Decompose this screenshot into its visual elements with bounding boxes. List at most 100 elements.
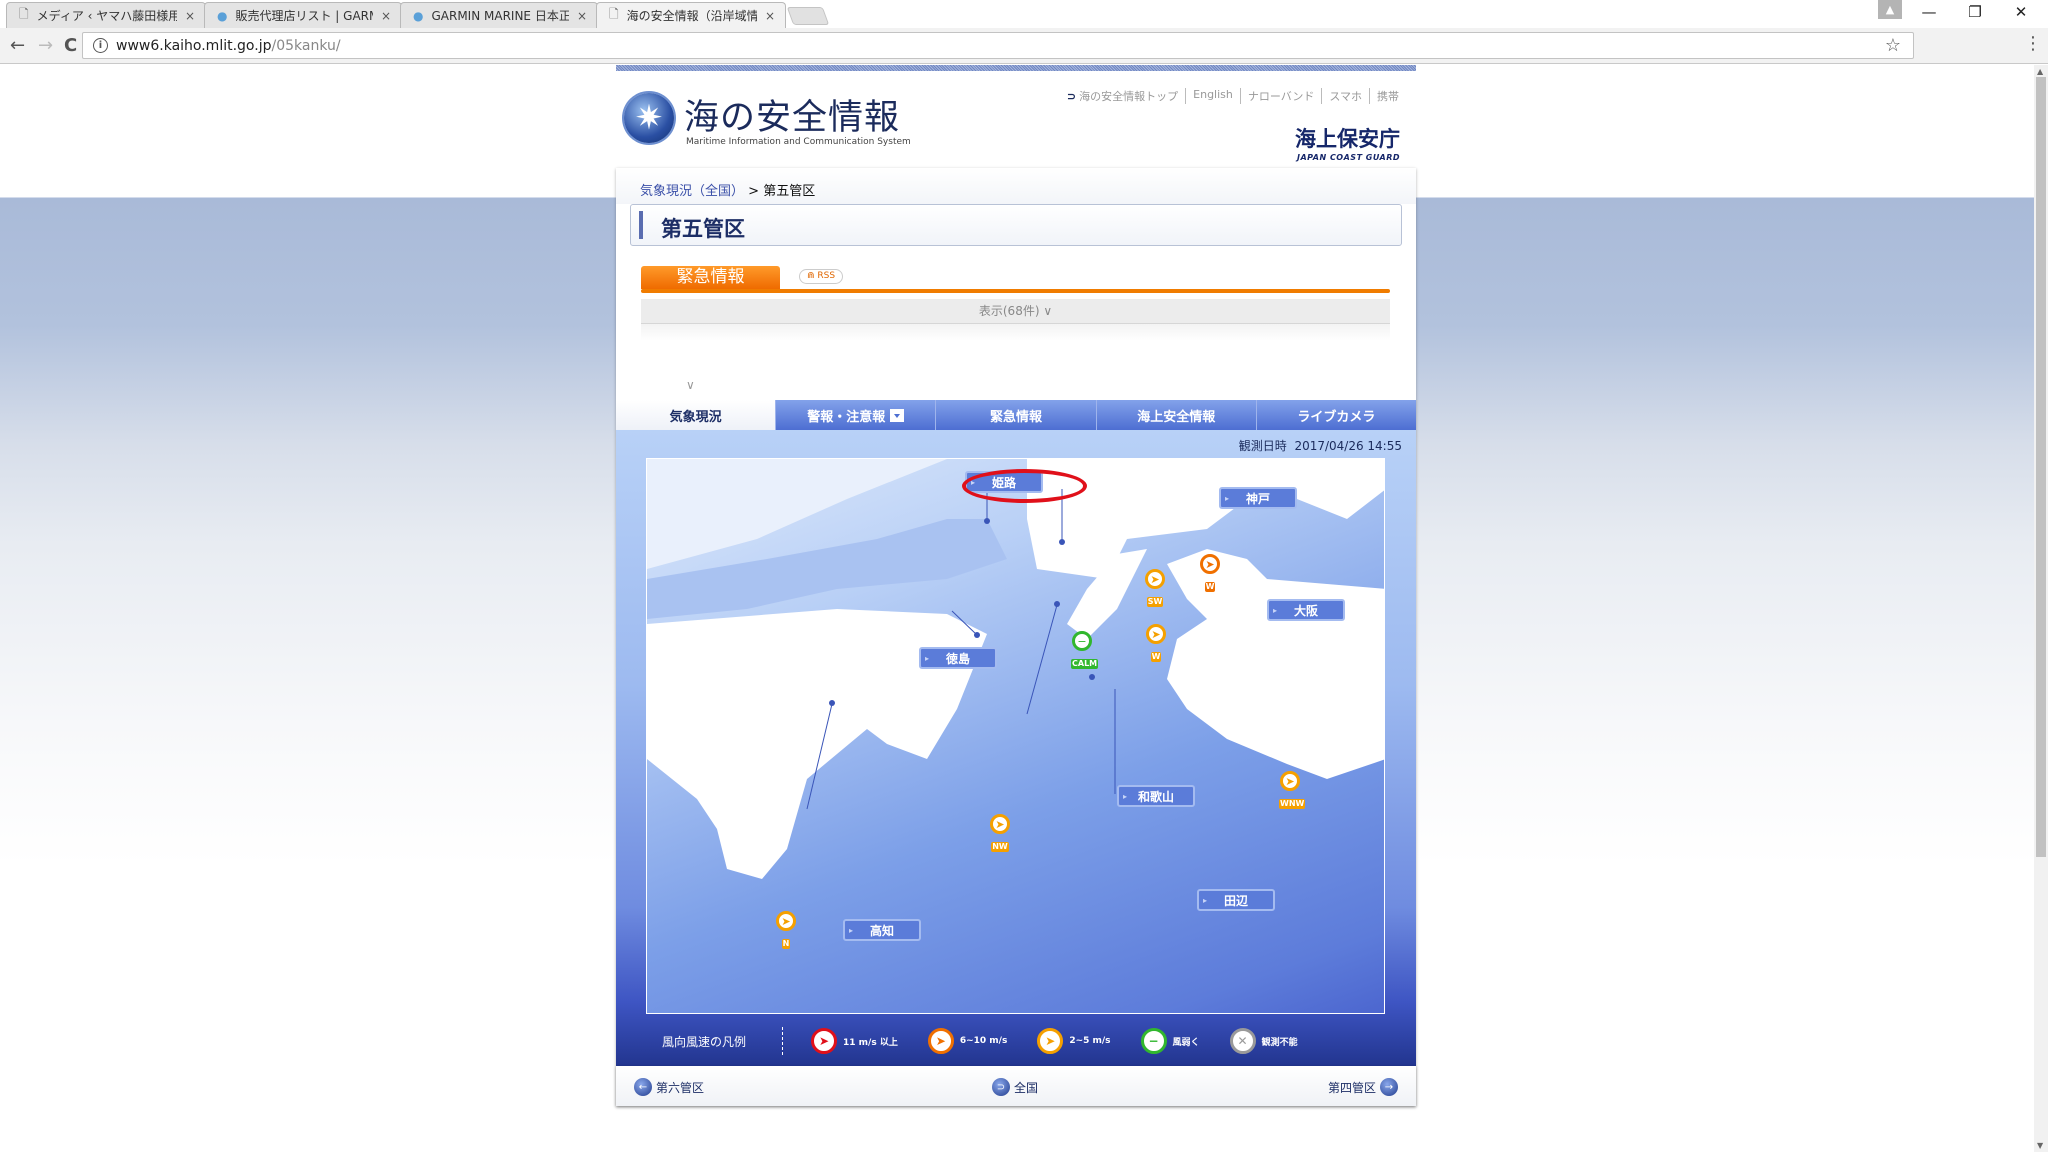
scrollbar-thumb[interactable] — [2036, 77, 2046, 857]
emergency-underline — [641, 289, 1390, 293]
tab-warnings[interactable]: 警報・注意報 — [775, 400, 936, 430]
wind-marker-calm[interactable]: − CALM — [1071, 631, 1099, 669]
arrow-right-icon: → — [1380, 1078, 1398, 1096]
top-links: ⊃ 海の安全情報トップ English ナローバンド スマホ 携帯 — [1060, 88, 1406, 104]
reload-icon[interactable]: C — [64, 35, 77, 56]
forward-icon[interactable]: → — [38, 35, 53, 56]
top-link-english[interactable]: English — [1185, 88, 1240, 104]
legend-divider — [782, 1027, 783, 1055]
close-tab-icon[interactable]: × — [381, 9, 391, 23]
browser-menu-icon[interactable]: ⋮ — [2024, 35, 2042, 53]
site-subtitle: Maritime Information and Communication S… — [686, 137, 911, 147]
highlight-circle — [962, 469, 1087, 503]
station-dot — [974, 632, 980, 638]
minimize-button[interactable]: — — [1906, 0, 1952, 24]
calm-icon: − — [1072, 631, 1092, 651]
compass-logo-icon[interactable] — [624, 93, 674, 143]
rss-icon: ⋒ — [807, 271, 818, 281]
browser-tab-active[interactable]: 🗋 海の安全情報（沿岸域情 × — [596, 2, 786, 28]
prev-district-link[interactable]: ← 第六管区 — [630, 1078, 704, 1096]
wind-marker[interactable]: ➤ SW — [1144, 569, 1166, 607]
emergency-tab[interactable]: 緊急情報 — [641, 266, 780, 289]
show-bar-shadow — [641, 324, 1390, 341]
bookmark-star-icon[interactable]: ☆ — [1885, 35, 1901, 56]
globe-icon: ● — [217, 8, 228, 23]
back-icon[interactable]: ← — [10, 35, 25, 56]
tab-emergency[interactable]: 緊急情報 — [935, 400, 1096, 430]
wind-moderate-icon: ➤ — [927, 1028, 954, 1054]
user-profile-icon[interactable]: ▲ — [1878, 0, 1902, 19]
legend-item: ➤ 6~10 m/s — [927, 1028, 1007, 1054]
breadcrumb-separator: > — [748, 184, 760, 199]
wind-marker[interactable]: ➤ W — [1199, 554, 1221, 592]
scroll-up-icon[interactable]: ▲ — [2037, 67, 2043, 76]
browser-tab[interactable]: ● 販売代理店リスト | GARMIN × — [204, 2, 402, 28]
chevron-down-icon[interactable]: ∨ — [686, 378, 695, 392]
tab-weather-now[interactable]: 気象現況 — [616, 400, 776, 430]
national-link[interactable]: ⊃ 全国 — [988, 1078, 1038, 1096]
page-container: 海の安全情報 Maritime Information and Communic… — [616, 65, 1417, 1106]
top-link-narrowband[interactable]: ナローバンド — [1239, 88, 1321, 104]
vertical-scrollbar[interactable]: ▲ ▼ — [2034, 65, 2048, 1152]
browser-tab-strip: 🗋 メディア ‹ ヤマハ藤田様用CM × ● 販売代理店リスト | GARMIN… — [0, 0, 2048, 28]
site-title[interactable]: 海の安全情報 — [684, 89, 900, 140]
wind-arrow-icon: ➤ — [1200, 554, 1220, 574]
wind-arrow-icon: ➤ — [776, 911, 796, 931]
close-tab-icon[interactable]: × — [577, 9, 587, 23]
station-dot — [1054, 601, 1060, 607]
wind-legend: 風向風速の凡例 ➤ 11 m/s 以上 ➤ 6~10 m/s ➤ 2~5 m/s − 風… — [616, 1016, 1416, 1066]
page-title-box: 第五管区 — [630, 204, 1402, 246]
new-tab-button[interactable] — [786, 7, 830, 25]
tab-live-camera[interactable]: ライブカメラ — [1255, 400, 1417, 430]
legend-item: ✕ 観測不能 — [1229, 1028, 1298, 1054]
dropdown-arrow-icon[interactable] — [890, 408, 905, 422]
close-tab-icon[interactable]: × — [185, 9, 195, 23]
weather-map-panel: 観測日時 2017/04/26 14:55 ▸ 姫路 ▸ 神戸 ▸ 大阪 ▸ 徳… — [616, 430, 1416, 1066]
rss-button[interactable]: ⋒ RSS — [799, 269, 844, 284]
breadcrumb-parent-link[interactable]: 気象現況（全国） — [640, 184, 744, 199]
place-label-tanabe[interactable]: 田辺 — [1197, 889, 1275, 911]
place-label-osaka[interactable]: 大阪 — [1267, 599, 1345, 621]
wind-marker[interactable]: ➤ N — [775, 911, 797, 949]
wind-arrow-icon: ➤ — [990, 814, 1010, 834]
wind-light-icon: ➤ — [1037, 1028, 1064, 1054]
place-label-tokushima[interactable]: 徳島 — [919, 647, 997, 669]
page-title: 第五管区 — [661, 217, 745, 241]
breadcrumb: 気象現況（全国） > 第五管区 — [616, 168, 1416, 204]
address-bar[interactable]: i www6.kaiho.mlit.go.jp/05kanku/ ☆ — [82, 32, 1914, 59]
restore-button[interactable]: ❐ — [1952, 0, 1998, 24]
browser-tab[interactable]: 🗋 メディア ‹ ヤマハ藤田様用CM × — [6, 2, 206, 28]
site-header: 海の安全情報 Maritime Information and Communic… — [616, 71, 1416, 163]
place-label-kochi[interactable]: 高知 — [843, 919, 921, 941]
legend-title: 風向風速の凡例 — [662, 1034, 747, 1049]
return-arrow-icon: ⊃ — [1066, 90, 1077, 103]
info-icon[interactable]: i — [93, 38, 108, 53]
top-link-smartphone[interactable]: スマホ — [1321, 88, 1369, 104]
tab-maritime-safety[interactable]: 海上安全情報 — [1095, 400, 1256, 430]
close-window-button[interactable]: ✕ — [1998, 0, 2044, 24]
scroll-down-icon[interactable]: ▼ — [2037, 1141, 2043, 1150]
pointer-line — [1026, 604, 1058, 715]
next-district-link[interactable]: 第四管区 → — [1328, 1078, 1402, 1096]
wind-marker[interactable]: ➤ NW — [989, 814, 1011, 852]
place-label-kobe[interactable]: 神戸 — [1219, 487, 1297, 509]
browser-tab[interactable]: ● GARMIN MARINE 日本正 × — [400, 2, 598, 28]
page-viewport: 海の安全情報 Maritime Information and Communic… — [0, 65, 2034, 1152]
page-icon: 🗋 — [609, 7, 619, 21]
close-tab-icon[interactable]: × — [765, 9, 775, 23]
page-icon: 🗋 — [19, 7, 29, 21]
wind-strong-icon: ➤ — [811, 1028, 837, 1054]
station-dot — [1059, 539, 1065, 545]
top-link-home[interactable]: ⊃ 海の安全情報トップ — [1060, 88, 1185, 104]
wind-marker[interactable]: ➤ W — [1145, 624, 1167, 662]
wind-arrow-icon: ➤ — [1146, 624, 1166, 644]
legend-item: ➤ 2~5 m/s — [1037, 1028, 1111, 1054]
wind-marker[interactable]: ➤ WNW — [1279, 771, 1306, 809]
show-emergency-toggle[interactable]: 表示(68件) ∨ — [641, 299, 1390, 324]
wind-arrow-icon: ➤ — [1280, 771, 1300, 791]
browser-toolbar: ← → C i www6.kaiho.mlit.go.jp/05kanku/ ☆… — [0, 28, 2048, 64]
place-label-wakayama[interactable]: 和歌山 — [1117, 785, 1195, 807]
coast-guard-logo[interactable]: 海上保安庁 JAPAN COAST GUARD — [1295, 123, 1400, 162]
station-dot — [829, 700, 835, 706]
top-link-mobile[interactable]: 携帯 — [1369, 88, 1406, 104]
